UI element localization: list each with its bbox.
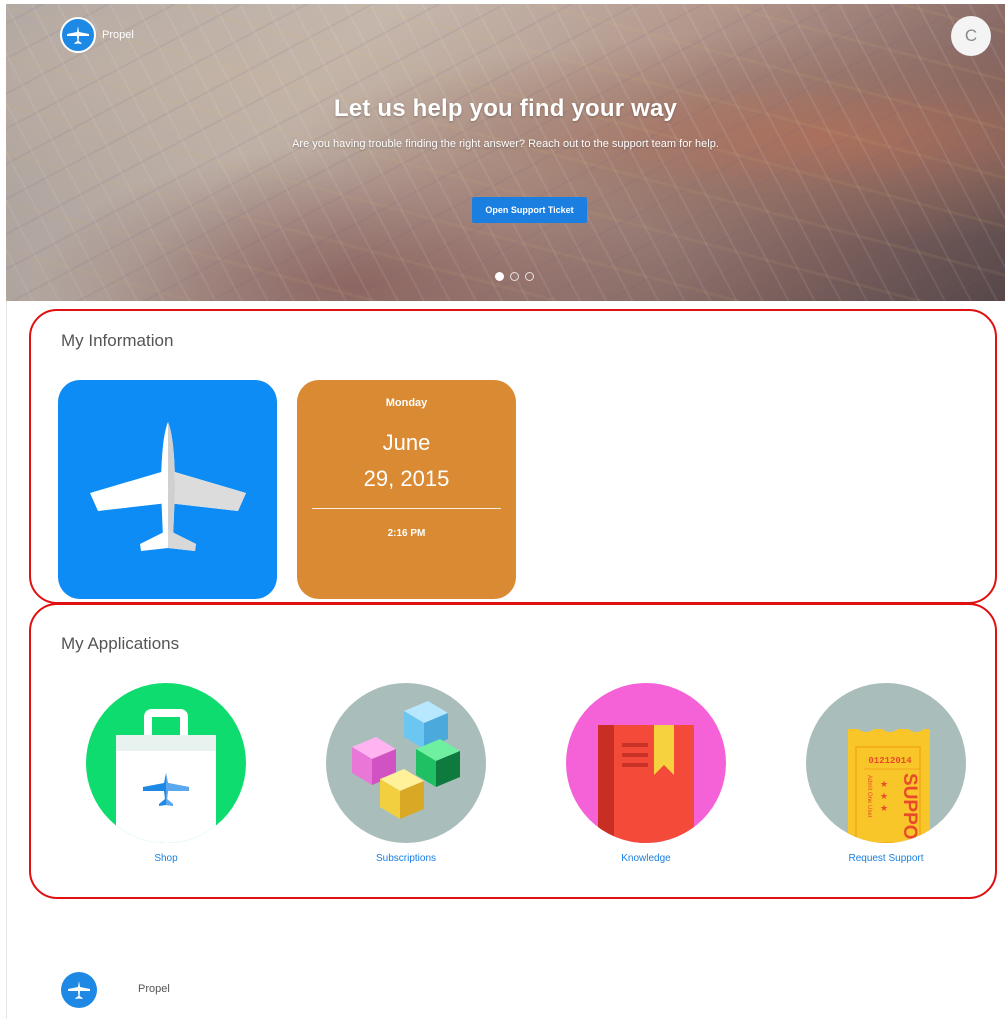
svg-text:★: ★ (880, 791, 888, 801)
carousel-dot[interactable] (510, 272, 519, 281)
book-icon[interactable] (566, 683, 726, 843)
my-applications-section: My Applications Shop Subscriptions Knowl… (29, 603, 997, 899)
footer-propel-logo-icon[interactable] (61, 972, 97, 1008)
ticket-number: 01212014 (868, 756, 912, 766)
carousel-dot[interactable] (525, 272, 534, 281)
app-label[interactable]: Shop (86, 853, 246, 864)
my-information-section: My Information Monday June 29, 2015 2:16… (29, 309, 997, 604)
brand-name[interactable]: Propel (102, 29, 134, 41)
cubes-icon[interactable] (326, 683, 486, 843)
ticket-icon[interactable]: 01212014 ★ ★ ★ SUPPO Admit One User (806, 683, 966, 843)
app-label[interactable]: Subscriptions (326, 853, 486, 864)
app-request-support[interactable]: 01212014 ★ ★ ★ SUPPO Admit One User Requ… (806, 683, 966, 864)
app-knowledge[interactable]: Knowledge (566, 683, 726, 864)
page-left-border (6, 300, 7, 1019)
hero-subtitle: Are you having trouble finding the right… (292, 138, 719, 150)
section-title: My Information (61, 331, 174, 350)
hero-banner: Propel C Let us help you find your way A… (6, 4, 1005, 301)
date-month: June (382, 430, 431, 455)
plane-tile[interactable] (58, 380, 277, 599)
app-subscriptions[interactable]: Subscriptions (326, 683, 486, 864)
propel-logo-icon[interactable] (60, 17, 96, 53)
date-time: 2:16 PM (387, 528, 426, 539)
app-label[interactable]: Knowledge (566, 853, 726, 864)
section-title: My Applications (61, 634, 180, 653)
footer-brand-name[interactable]: Propel (138, 983, 170, 995)
date-tile[interactable]: Monday June 29, 2015 2:16 PM (297, 380, 516, 599)
user-avatar[interactable]: C (951, 16, 991, 56)
app-shop[interactable]: Shop (86, 683, 246, 864)
ticket-text: SUPPO (899, 773, 920, 840)
airplane-icon (89, 421, 246, 551)
open-support-ticket-button[interactable]: Open Support Ticket (472, 197, 587, 223)
date-full: 29, 2015 (363, 466, 450, 491)
svg-text:★: ★ (880, 779, 888, 789)
hero-title: Let us help you find your way (333, 95, 678, 122)
carousel-dot[interactable] (495, 272, 504, 281)
shopping-bag-icon[interactable] (86, 683, 246, 843)
carousel-dots (495, 272, 534, 281)
date-divider (312, 508, 501, 509)
ticket-small-text: Admit One User (866, 775, 872, 818)
app-label[interactable]: Request Support (806, 853, 966, 864)
date-day: Monday (385, 397, 428, 409)
svg-text:★: ★ (880, 803, 888, 813)
